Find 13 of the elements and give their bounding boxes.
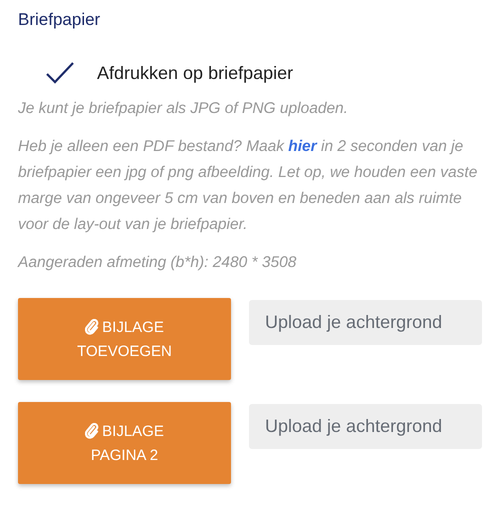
checkbox[interactable]: [45, 61, 75, 85]
checkbox-label[interactable]: Afdrukken op briefpapier: [97, 62, 294, 84]
upload-field[interactable]: Upload je achtergrond: [249, 404, 482, 449]
attach-button[interactable]: BIJLAGE TOEVOEGEN: [18, 298, 231, 380]
pdf-note: Heb je alleen een PDF bestand? Maak hier in 2 seconden van je briefpapier een jpg of png afbeelding. Let op, we houden een vaste marge van ongeveer 5 cm van boven en beneden aan als ruimte voor de lay-out van je briefpapier.: [18, 137, 478, 235]
section-title: Briefpapier: [18, 10, 102, 31]
upload-field[interactable]: Upload je achtergrond: [249, 300, 482, 345]
size-hint: Aangeraden afmeting (b*h): 2480 * 3508: [18, 253, 298, 273]
paperclip-icon: [85, 423, 100, 439]
link[interactable]: hier: [288, 138, 317, 155]
paperclip-icon: [85, 319, 100, 335]
attach-button[interactable]: BIJLAGE PAGINA 2: [18, 402, 231, 484]
info-text: Je kunt je briefpapier als JPG of PNG uploaden.: [18, 99, 349, 119]
